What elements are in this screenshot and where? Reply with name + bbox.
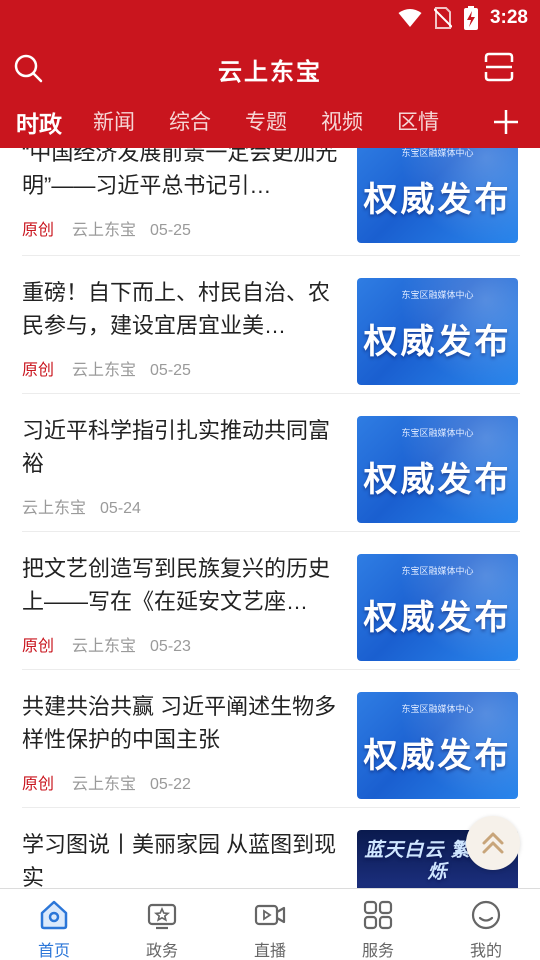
status-bar: 3:28 xyxy=(0,0,540,36)
news-meta: 原创 云上东宝 05-25 xyxy=(22,216,191,240)
news-feed[interactable]: “中国经济发展前景一定会更加光明”——习近平总书记引… 原创 云上东宝 05-25 … xyxy=(0,148,540,888)
news-meta: 原创 云上东宝 05-23 xyxy=(22,632,191,656)
status-icons: 3:28 xyxy=(398,6,528,30)
channel-tabs: 时政 新闻 综合 专题 视频 区情 xyxy=(0,100,540,144)
user-icon xyxy=(471,900,501,930)
tab-quqing[interactable]: 区情 xyxy=(397,106,439,136)
original-tag: 原创 xyxy=(22,776,55,793)
home-icon xyxy=(40,900,68,930)
thumb-org: 东宝区融媒体中心 xyxy=(401,704,474,714)
news-title: 把文艺创造写到民族复兴的历史上——写在《在延安文艺座… xyxy=(22,556,331,614)
news-meta: 云上东宝 05-24 xyxy=(22,494,141,518)
news-thumbnail: 东宝区融媒体中心 权威发布 xyxy=(357,692,518,799)
list-item[interactable]: 共建共治共赢 习近平阐述生物多样性保护的中国主张 原创 云上东宝 05-22 东宝区… xyxy=(22,670,520,808)
no-sim-icon xyxy=(433,7,452,29)
thumb-text: 权威发布 xyxy=(363,599,512,637)
status-time: 3:28 xyxy=(489,7,528,28)
thumb-text: 权威发布 xyxy=(363,323,512,361)
original-tag: 原创 xyxy=(22,362,55,379)
news-source: 云上东宝 xyxy=(72,362,137,379)
list-item[interactable]: 学习图说丨美丽家园 从蓝图到现实 蓝天白云 繁星闪烁 xyxy=(22,808,520,888)
scan-icon[interactable] xyxy=(484,52,514,82)
news-source: 云上东宝 xyxy=(72,222,137,239)
nav-zhengwu[interactable]: 政务 xyxy=(112,895,212,960)
add-channel-icon[interactable] xyxy=(492,108,520,136)
news-title: “中国经济发展前景一定会更加光明”——习近平总书记引… xyxy=(22,148,338,198)
nav-label: 我的 xyxy=(469,943,502,960)
thumb-text: 权威发布 xyxy=(363,181,512,219)
news-meta: 原创 云上东宝 05-25 xyxy=(22,356,191,380)
tv-icon xyxy=(147,903,177,930)
nav-fuwu[interactable]: 服务 xyxy=(328,895,428,960)
battery-charging-icon xyxy=(463,6,478,30)
thumb-org: 东宝区融媒体中心 xyxy=(401,566,474,576)
tab-zonghe[interactable]: 综合 xyxy=(169,106,211,136)
thumb-org: 东宝区融媒体中心 xyxy=(401,428,474,438)
list-item[interactable]: 把文艺创造写到民族复兴的历史上——写在《在延安文艺座… 原创 云上东宝 05-23 … xyxy=(22,532,520,670)
nav-label: 政务 xyxy=(145,943,178,960)
news-title: 学习图说丨美丽家园 从蓝图到现实 xyxy=(22,832,337,888)
news-date: 05-25 xyxy=(150,222,191,239)
news-thumbnail: 东宝区融媒体中心 权威发布 xyxy=(357,148,518,243)
original-tag: 原创 xyxy=(22,638,55,655)
nav-label: 服务 xyxy=(361,943,394,960)
app-title: 云上东宝 xyxy=(218,59,322,86)
news-date: 05-22 xyxy=(150,776,191,793)
tab-shizheng[interactable]: 时政 xyxy=(16,105,62,139)
nav-label: 首页 xyxy=(37,943,70,960)
scroll-top-button[interactable] xyxy=(466,816,520,870)
tab-xinwen[interactable]: 新闻 xyxy=(93,106,135,136)
news-thumbnail: 东宝区融媒体中心 权威发布 xyxy=(357,554,518,661)
grid-icon xyxy=(363,900,393,930)
list-item[interactable]: 重磅！自下而上、村民自治、农民参与，建设宜居宜业美… 原创 云上东宝 05-25 东… xyxy=(22,256,520,394)
news-source: 云上东宝 xyxy=(72,776,137,793)
tab-shipin[interactable]: 视频 xyxy=(321,106,363,136)
nav-wode[interactable]: 我的 xyxy=(436,895,536,960)
thumb-org: 东宝区融媒体中心 xyxy=(401,290,474,300)
news-title: 共建共治共赢 习近平阐述生物多样性保护的中国主张 xyxy=(22,694,337,752)
news-meta: 原创 云上东宝 05-22 xyxy=(22,770,191,794)
news-title: 习近平科学指引扎实推动共同富裕 xyxy=(22,418,331,476)
nav-home[interactable]: 首页 xyxy=(4,895,104,960)
news-source: 云上东宝 xyxy=(22,500,87,517)
news-source: 云上东宝 xyxy=(72,638,137,655)
news-date: 05-24 xyxy=(100,500,141,517)
nav-label: 直播 xyxy=(253,943,286,960)
news-title: 重磅！自下而上、村民自治、农民参与，建设宜居宜业美… xyxy=(22,280,331,338)
wifi-icon xyxy=(398,9,422,27)
original-tag: 原创 xyxy=(22,222,55,239)
tab-zhuanti[interactable]: 专题 xyxy=(245,106,287,136)
list-item[interactable]: 习近平科学指引扎实推动共同富裕 云上东宝 05-24 东宝区融媒体中心 权威发布 xyxy=(22,394,520,532)
news-date: 05-23 xyxy=(150,638,191,655)
video-icon xyxy=(254,904,286,926)
thumb-text: 权威发布 xyxy=(363,461,512,499)
nav-zhibo[interactable]: 直播 xyxy=(220,895,320,960)
chevron-up-icon xyxy=(482,832,504,854)
news-thumbnail: 东宝区融媒体中心 权威发布 xyxy=(357,416,518,523)
news-thumbnail: 东宝区融媒体中心 权威发布 xyxy=(357,278,518,385)
thumb-text: 权威发布 xyxy=(363,737,512,775)
bottom-navigation: 首页 政务 直播 服务 我的 xyxy=(0,888,540,960)
app-header: 3:28 云上东宝 时政 新闻 综合 专题 视频 区情 xyxy=(0,0,540,148)
list-item[interactable]: “中国经济发展前景一定会更加光明”——习近平总书记引… 原创 云上东宝 05-25 … xyxy=(22,148,520,256)
title-bar: 云上东宝 xyxy=(0,40,540,96)
news-date: 05-25 xyxy=(150,362,191,379)
thumb-org: 东宝区融媒体中心 xyxy=(401,148,474,158)
